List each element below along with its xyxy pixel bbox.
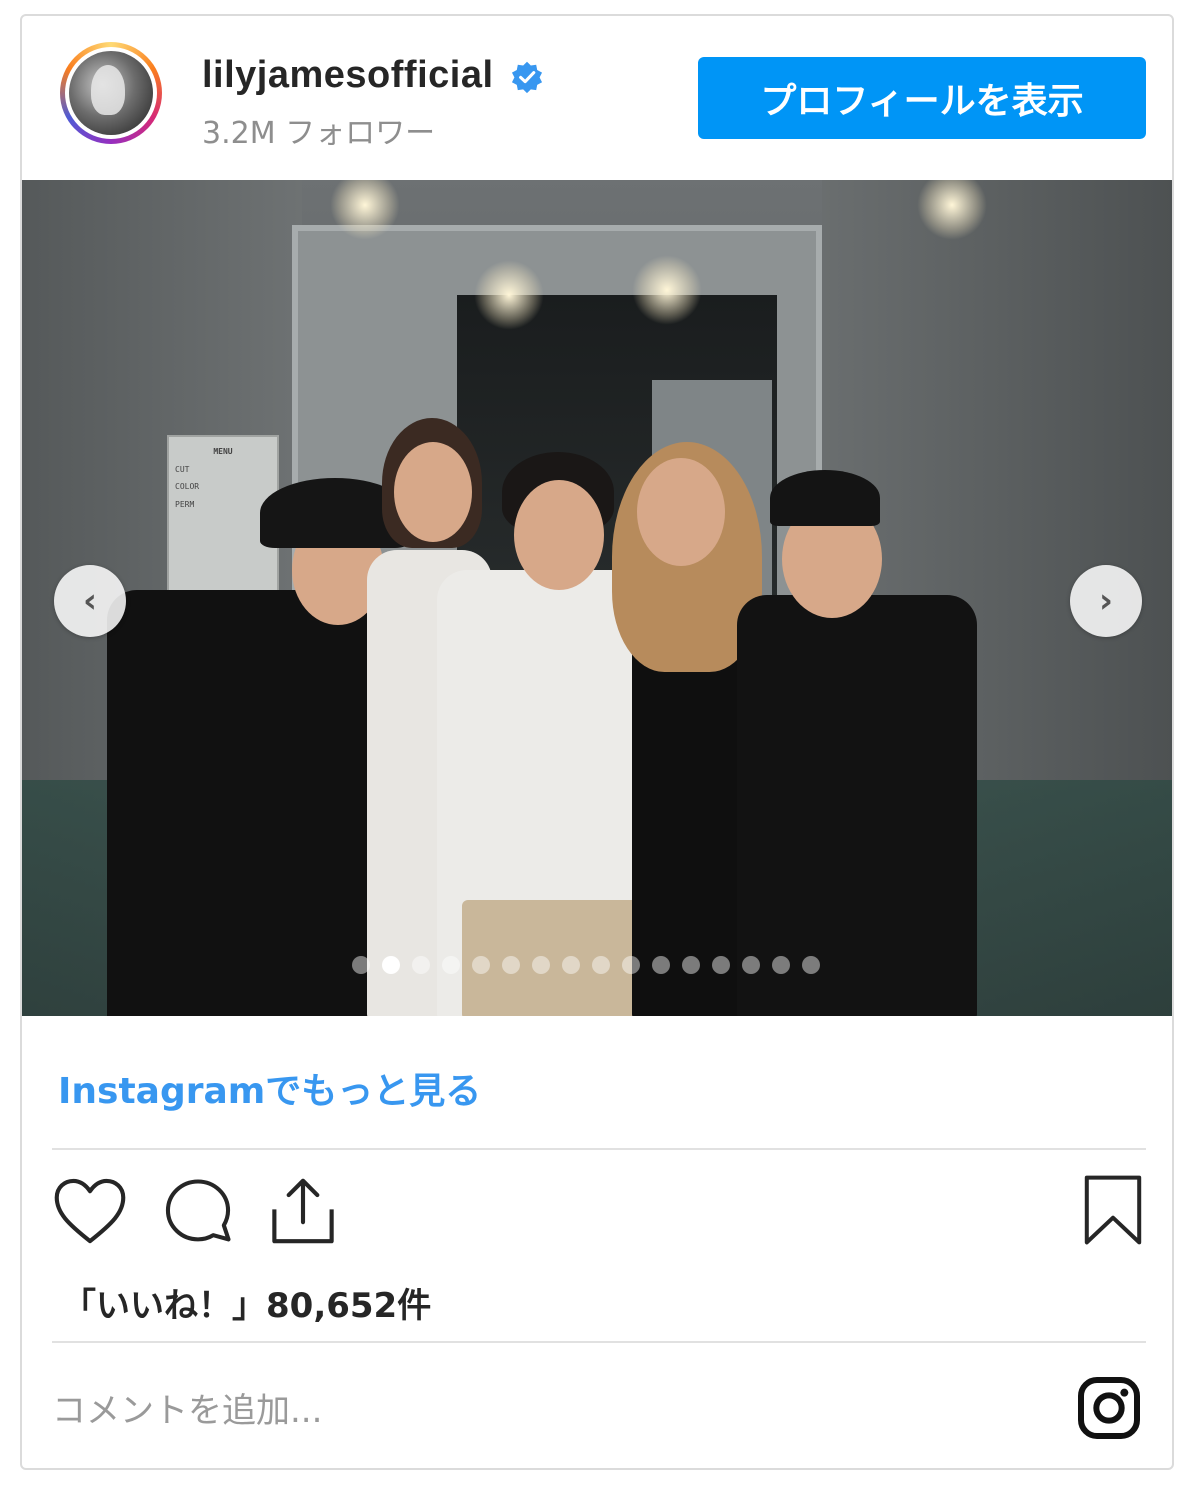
like-count: 「いいね！」80,652件 bbox=[62, 1286, 432, 1326]
carousel-indicator bbox=[352, 956, 820, 974]
carousel-dot bbox=[412, 956, 430, 974]
carousel-dot bbox=[352, 956, 370, 974]
divider bbox=[52, 1148, 1146, 1150]
instagram-embed-card: lilyjamesofficial 3.2M フォロワー プロフィールを表示 M… bbox=[20, 14, 1174, 1470]
heart-icon[interactable] bbox=[52, 1176, 128, 1246]
carousel-dot bbox=[502, 956, 520, 974]
share-icon[interactable] bbox=[268, 1174, 338, 1248]
menu-sign-title: MENU bbox=[213, 447, 233, 456]
previous-slide-button[interactable]: ‹ bbox=[54, 565, 126, 637]
avatar-image bbox=[69, 51, 153, 135]
carousel-dot bbox=[802, 956, 820, 974]
chevron-right-icon: › bbox=[1098, 581, 1113, 621]
carousel-dot bbox=[652, 956, 670, 974]
ceiling-light bbox=[632, 255, 702, 325]
carousel-dot bbox=[382, 956, 400, 974]
carousel-dot bbox=[562, 956, 580, 974]
carousel-dot bbox=[742, 956, 760, 974]
divider bbox=[52, 1341, 1146, 1343]
chevron-left-icon: ‹ bbox=[82, 581, 97, 621]
menu-sign-line: CUT bbox=[175, 464, 190, 474]
post-header: lilyjamesofficial 3.2M フォロワー プロフィールを表示 bbox=[22, 16, 1172, 180]
carousel-dot bbox=[532, 956, 550, 974]
instagram-icon[interactable] bbox=[1077, 1376, 1141, 1440]
menu-sign-line: PERM bbox=[175, 499, 195, 509]
verified-badge-icon bbox=[511, 61, 543, 94]
post-photo[interactable]: MENU CUT COLOR PERM ‹ › bbox=[22, 180, 1172, 1016]
next-slide-button[interactable]: › bbox=[1070, 565, 1142, 637]
carousel-dot bbox=[682, 956, 700, 974]
carousel-dot bbox=[622, 956, 640, 974]
bookmark-icon[interactable] bbox=[1082, 1173, 1144, 1247]
menu-sign-line: COLOR bbox=[175, 482, 200, 492]
comment-input[interactable] bbox=[52, 1381, 1002, 1441]
follower-count: 3.2M フォロワー bbox=[202, 116, 436, 151]
carousel-dot bbox=[772, 956, 790, 974]
carousel-dot bbox=[712, 956, 730, 974]
avatar[interactable] bbox=[60, 42, 162, 144]
carousel-dot bbox=[592, 956, 610, 974]
username[interactable]: lilyjamesofficial bbox=[202, 54, 494, 97]
comment-icon[interactable] bbox=[160, 1176, 236, 1248]
carousel-dot bbox=[442, 956, 460, 974]
ceiling-light bbox=[474, 260, 544, 330]
carousel-dot bbox=[472, 956, 490, 974]
view-profile-button[interactable]: プロフィールを表示 bbox=[698, 57, 1146, 139]
view-more-on-instagram-link[interactable]: Instagramでもっと見る bbox=[58, 1062, 481, 1114]
